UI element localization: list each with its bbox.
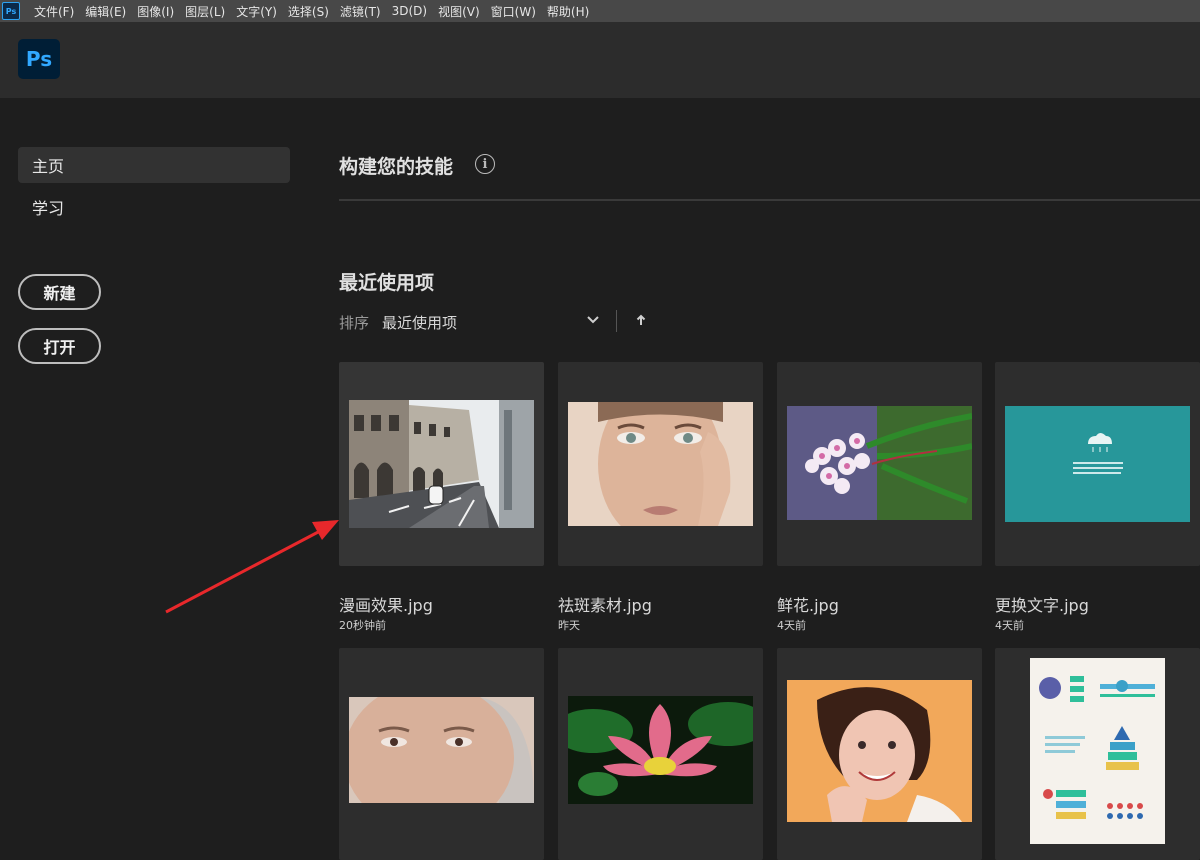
recent-file-time: 昨天 <box>558 619 580 632</box>
recent-file-card[interactable] <box>558 362 763 566</box>
new-button[interactable]: 新建 <box>18 274 101 310</box>
recent-file-card[interactable] <box>777 648 982 860</box>
recent-file-card[interactable] <box>995 648 1200 860</box>
recent-file-card[interactable] <box>777 362 982 566</box>
menu-select[interactable]: 选择(S) <box>288 3 329 20</box>
thumbnail-smiling-girl <box>787 680 972 822</box>
menu-image[interactable]: 图像(I) <box>137 3 174 20</box>
sort-direction-arrow-icon[interactable] <box>634 313 648 329</box>
info-icon[interactable]: i <box>475 154 495 174</box>
sidebar-item-home[interactable]: 主页 <box>18 147 290 183</box>
thumbnail-infographic <box>1030 658 1165 844</box>
open-button[interactable]: 打开 <box>18 328 101 364</box>
sort-select[interactable]: 最近使用项 <box>382 312 457 333</box>
skills-title: 构建您的技能 <box>339 156 454 178</box>
menu-type[interactable]: 文字(Y) <box>236 3 277 20</box>
recent-file-card[interactable] <box>339 362 544 566</box>
recent-title: 最近使用项 <box>339 272 435 294</box>
thumbnail-text-slide <box>1005 406 1190 522</box>
thumbnail-lotus <box>568 696 753 804</box>
recent-file-card[interactable] <box>558 648 763 860</box>
menu-bar: Ps 文件(F) 编辑(E) 图像(I) 图层(L) 文字(Y) 选择(S) 滤… <box>0 0 1200 22</box>
recent-file-name[interactable]: 鲜花.jpg <box>777 592 839 616</box>
menu-window[interactable]: 窗口(W) <box>491 3 536 20</box>
recent-file-name[interactable]: 祛斑素材.jpg <box>558 592 652 616</box>
app-icon[interactable]: Ps <box>2 2 20 20</box>
home-header: Ps <box>0 22 1200 98</box>
thumbnail-street <box>349 400 534 528</box>
recent-file-name[interactable]: 更换文字.jpg <box>995 592 1089 616</box>
recent-file-time: 20秒钟前 <box>339 619 386 632</box>
photoshop-logo: Ps <box>18 39 60 79</box>
menu-view[interactable]: 视图(V) <box>438 3 480 20</box>
thumbnail-portrait <box>568 402 753 526</box>
thumbnail-flower <box>787 406 972 520</box>
thumbnail-older-woman <box>349 697 534 803</box>
chevron-down-icon[interactable] <box>584 311 602 329</box>
recent-file-name[interactable]: 漫画效果.jpg <box>339 592 433 616</box>
section-divider <box>339 199 1200 201</box>
menu-filter[interactable]: 滤镜(T) <box>340 3 381 20</box>
menu-edit[interactable]: 编辑(E) <box>85 3 126 20</box>
sidebar-item-learn[interactable]: 学习 <box>18 189 290 225</box>
recent-file-time: 4天前 <box>995 619 1024 632</box>
menu-file[interactable]: 文件(F) <box>34 3 74 20</box>
recent-file-card[interactable] <box>339 648 544 860</box>
menu-help[interactable]: 帮助(H) <box>547 3 589 20</box>
recent-file-time: 4天前 <box>777 619 806 632</box>
recent-file-card[interactable] <box>995 362 1200 566</box>
sort-separator <box>616 310 617 332</box>
menu-layer[interactable]: 图层(L) <box>185 3 225 20</box>
menu-3d[interactable]: 3D(D) <box>392 4 427 18</box>
sort-label: 排序 <box>339 314 370 332</box>
